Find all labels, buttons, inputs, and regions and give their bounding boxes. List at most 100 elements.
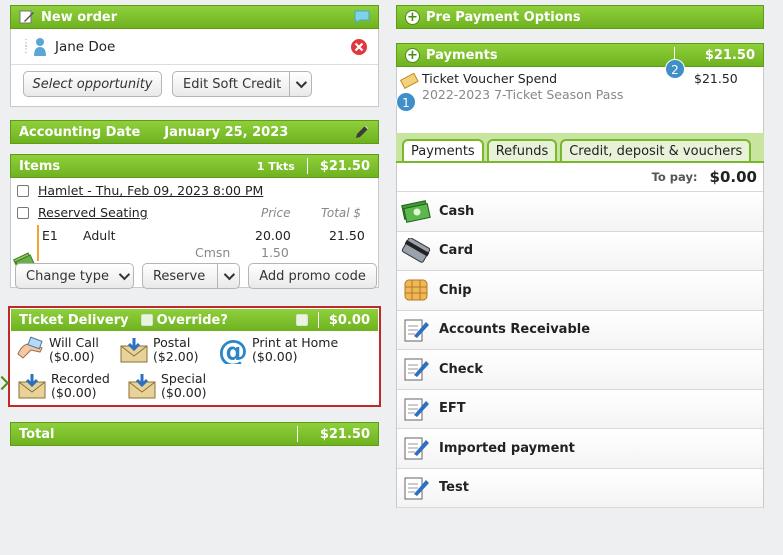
pre-payment-bar[interactable]: + Pre Payment Options	[396, 5, 764, 29]
delivery-special[interactable]: Special ($0.00)	[127, 372, 207, 400]
ticket-icon	[400, 73, 419, 89]
hand-ticket-icon	[17, 336, 43, 359]
pay-method-imported-payment[interactable]: Imported payment	[397, 429, 763, 469]
envelope-icon	[18, 374, 46, 399]
pay-method-check[interactable]: Check	[397, 350, 763, 390]
edit-soft-credit-dropdown[interactable]	[289, 72, 311, 96]
event-checkbox[interactable]	[17, 184, 29, 197]
event-link[interactable]: Hamlet - Thu, Feb 09, 2023 8:00 PM	[38, 183, 263, 198]
payments-header: + Payments $21.50	[396, 43, 764, 67]
envelope-icon	[128, 374, 156, 399]
total-label: Total	[19, 426, 55, 442]
ticket-delivery-header: Ticket Delivery Override? $0.00	[11, 309, 378, 331]
svg-text:@: @	[218, 336, 248, 364]
payment-line-amount: $21.50	[694, 71, 738, 86]
select-opportunity-button[interactable]: Select opportunity	[23, 71, 162, 97]
pay-method-label: Imported payment	[439, 440, 575, 456]
pay-method-label: Chip	[439, 282, 472, 298]
payments-panel: + Payments $21.50 Ticket Voucher Spend 2…	[396, 43, 764, 135]
delivery-postal[interactable]: Postal ($2.00)	[119, 336, 199, 364]
accounting-date-label: Accounting Date	[19, 124, 141, 140]
note-icon[interactable]	[354, 10, 370, 24]
tab-refunds[interactable]: Refunds	[486, 139, 558, 161]
add-promo-code-button[interactable]: Add promo code	[248, 263, 377, 289]
tab-payments[interactable]: Payments	[402, 139, 484, 161]
new-order-header: New order	[10, 5, 379, 29]
print-at-home-price: ($0.00)	[252, 349, 298, 364]
payment-line[interactable]: Ticket Voucher Spend 2022-2023 7-Ticket …	[396, 67, 764, 135]
divider	[296, 426, 298, 442]
accounting-date-bar: Accounting Date January 25, 2023	[10, 120, 379, 144]
price-header: Price	[261, 205, 291, 220]
payment-methods-panel: Payments Refunds Credit, deposit & vouch…	[396, 133, 764, 508]
total-bar: Total $21.50	[10, 422, 379, 446]
change-type-button[interactable]: Change type	[15, 263, 134, 289]
document-pen-icon	[401, 474, 431, 502]
pay-method-label: Cash	[439, 203, 475, 219]
expand-plus-icon[interactable]: +	[405, 47, 420, 63]
special-price: ($0.00)	[161, 385, 207, 400]
divider	[317, 312, 319, 328]
total-header: Total $21.50	[10, 422, 379, 446]
edit-order-icon	[19, 10, 34, 24]
ticket-row[interactable]: E1 Adult 20.00 21.50 Cmsn 1.50	[37, 225, 372, 261]
new-order-panel: New order ⋮ ⋮ Jane Doe Select opportunity…	[10, 5, 379, 107]
pay-method-eft[interactable]: EFT	[397, 389, 763, 429]
delivery-print-at-home[interactable]: @ Print at Home ($0.00)	[218, 335, 339, 365]
change-type-label: Change type	[26, 268, 109, 284]
chevron-down-icon	[118, 268, 131, 281]
cmsn-value: 1.50	[261, 245, 289, 260]
total-header: Total $	[321, 205, 362, 220]
pay-method-chip[interactable]: Chip	[397, 271, 763, 311]
will-call-label: Will Call	[49, 335, 99, 350]
items-panel: Items 1 Tkts $21.50 Hamlet - Thu, Feb 09…	[10, 154, 379, 289]
document-pen-icon	[401, 316, 431, 344]
payments-title: Payments	[426, 47, 498, 63]
delivery-option-checkbox[interactable]	[295, 314, 308, 326]
remove-customer-icon[interactable]	[350, 38, 368, 56]
items-amount: $21.50	[319, 158, 370, 174]
special-label: Special	[161, 371, 207, 386]
pencil-icon[interactable]	[354, 124, 370, 140]
tab-credit-deposit-vouchers[interactable]: Credit, deposit & vouchers	[560, 139, 752, 161]
pay-method-accounts-receivable[interactable]: Accounts Receivable	[397, 310, 763, 350]
pay-method-test[interactable]: Test	[397, 468, 763, 508]
seating-link[interactable]: Reserved Seating	[38, 205, 148, 220]
document-pen-icon	[401, 355, 431, 383]
accounting-date-header: Accounting Date January 25, 2023	[10, 120, 379, 144]
expand-plus-icon[interactable]: +	[405, 9, 420, 25]
items-ticket-count: 1 Tkts	[256, 159, 295, 173]
pay-method-label: EFT	[439, 401, 466, 417]
items-title: Items	[19, 158, 61, 174]
total-amount: $21.50	[319, 426, 370, 442]
seating-checkbox[interactable]	[17, 206, 29, 219]
to-pay-row: To pay: $0.00	[397, 163, 763, 192]
pay-method-card[interactable]: Card	[397, 231, 763, 271]
payments-amount: $21.50	[704, 47, 755, 63]
override-checkbox[interactable]	[140, 314, 153, 326]
pre-payment-header[interactable]: + Pre Payment Options	[396, 5, 764, 29]
items-header: Items 1 Tkts $21.50	[10, 154, 379, 178]
seat-label: E1	[42, 228, 58, 243]
drag-handle-icon[interactable]: ⋮ ⋮	[21, 38, 31, 54]
callout-badge-2: 2	[665, 59, 685, 79]
chevron-down-icon	[223, 268, 236, 281]
delivery-will-call[interactable]: Will Call ($0.00)	[15, 336, 99, 364]
cmsn-label: Cmsn	[195, 245, 231, 260]
print-at-home-label: Print at Home	[252, 335, 339, 350]
pay-method-label: Accounts Receivable	[439, 322, 591, 338]
ticket-total: 21.50	[329, 228, 365, 243]
reserve-button[interactable]: Reserve	[141, 263, 241, 289]
edit-soft-credit-button[interactable]: Edit Soft Credit	[172, 71, 313, 97]
accounting-date-value[interactable]: January 25, 2023	[164, 125, 288, 140]
delivery-recorded[interactable]: Recorded ($0.00)	[17, 372, 110, 400]
pay-method-cash[interactable]: Cash	[397, 192, 763, 232]
to-pay-amount: $0.00	[709, 168, 757, 186]
pay-method-label: Check	[439, 361, 483, 377]
customer-name[interactable]: Jane Doe	[55, 39, 115, 55]
new-order-title: New order	[41, 9, 118, 25]
document-pen-icon	[401, 395, 431, 423]
reserve-dropdown[interactable]	[217, 264, 239, 288]
recorded-label: Recorded	[51, 371, 110, 386]
pay-method-label: Test	[439, 480, 469, 496]
